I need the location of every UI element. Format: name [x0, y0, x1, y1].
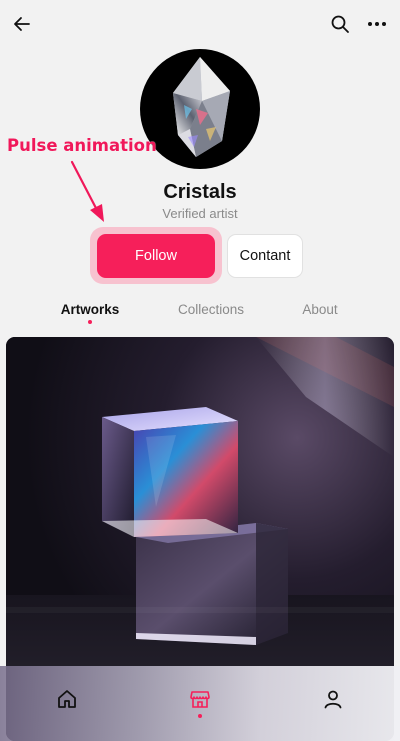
store-icon	[190, 691, 210, 708]
tab-about[interactable]: About	[296, 302, 344, 317]
search-button[interactable]	[327, 11, 353, 37]
artist-subtitle: Verified artist	[162, 206, 238, 221]
crystal-gem-image	[173, 57, 230, 157]
active-tab-indicator	[88, 320, 92, 324]
tab-collections[interactable]: Collections	[171, 302, 251, 317]
pulse-annotation-label: Pulse animation	[7, 136, 157, 155]
more-button[interactable]	[364, 11, 390, 37]
search-icon	[331, 15, 349, 33]
avatar	[140, 49, 260, 169]
follow-button[interactable]: Follow	[97, 234, 215, 278]
nav-home[interactable]	[54, 686, 80, 712]
active-nav-indicator	[198, 714, 202, 718]
nav-profile[interactable]	[320, 686, 346, 712]
home-icon	[58, 690, 76, 708]
user-icon	[324, 690, 342, 709]
nav-store[interactable]	[187, 686, 213, 712]
tab-artworks[interactable]: Artworks	[56, 302, 124, 317]
more-horizontal-icon	[368, 22, 386, 26]
arrow-left-icon	[14, 17, 30, 31]
back-button[interactable]	[9, 11, 35, 37]
contact-button[interactable]: Contant	[227, 234, 303, 278]
artist-name: Cristals	[163, 181, 237, 203]
bottom-navigation	[0, 666, 400, 741]
